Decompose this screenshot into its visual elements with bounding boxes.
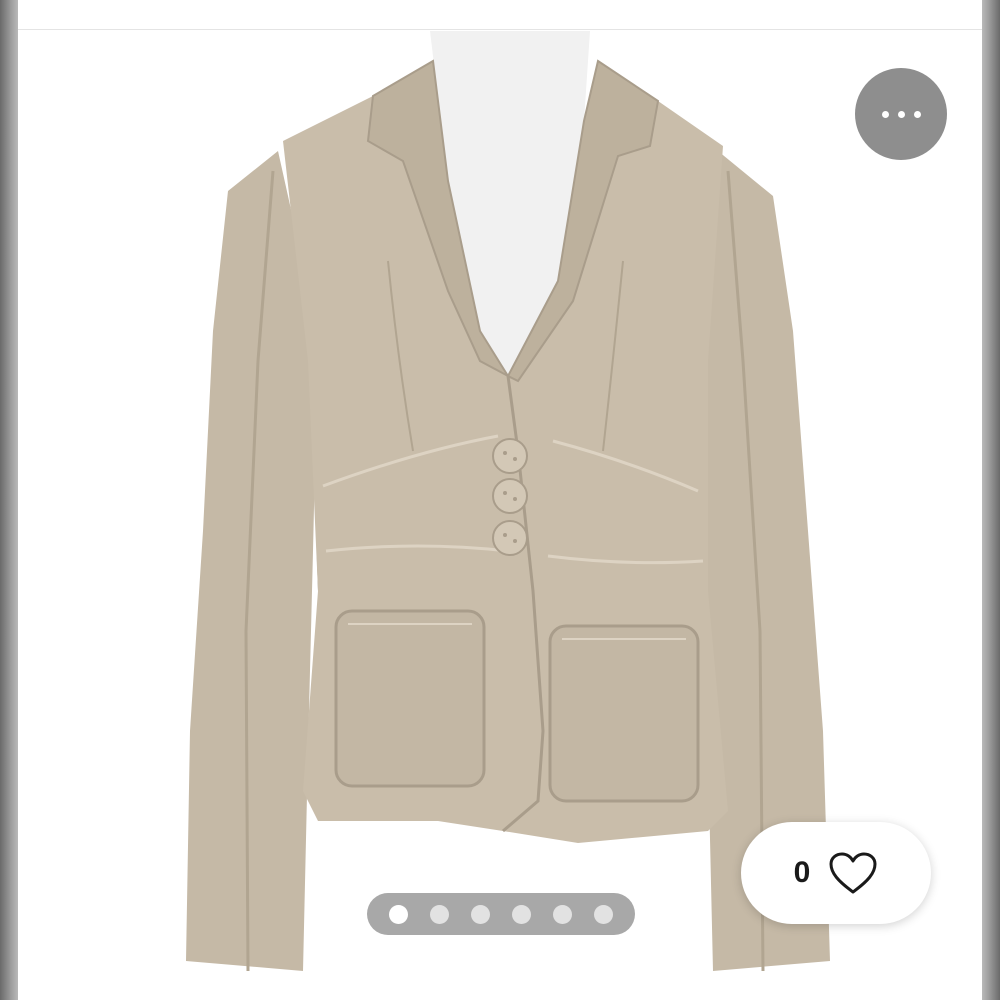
heart-outline-icon xyxy=(829,852,877,894)
page-dot[interactable] xyxy=(553,904,572,924)
left-bezel xyxy=(0,0,18,1000)
page-dot[interactable] xyxy=(430,904,449,924)
like-count: 0 xyxy=(793,856,811,889)
page-dot[interactable] xyxy=(512,904,531,924)
page-dot[interactable] xyxy=(594,904,613,924)
ellipsis-icon xyxy=(897,110,905,118)
page-dot[interactable] xyxy=(389,904,408,924)
carousel-pagination xyxy=(367,893,635,935)
page-dot[interactable] xyxy=(471,904,490,924)
more-options-button[interactable] xyxy=(855,68,947,160)
ellipsis-icon xyxy=(913,110,921,118)
ellipsis-icon xyxy=(881,110,889,118)
right-bezel xyxy=(982,0,1000,1000)
like-button[interactable]: 0 xyxy=(741,822,931,924)
top-bar xyxy=(18,0,982,30)
